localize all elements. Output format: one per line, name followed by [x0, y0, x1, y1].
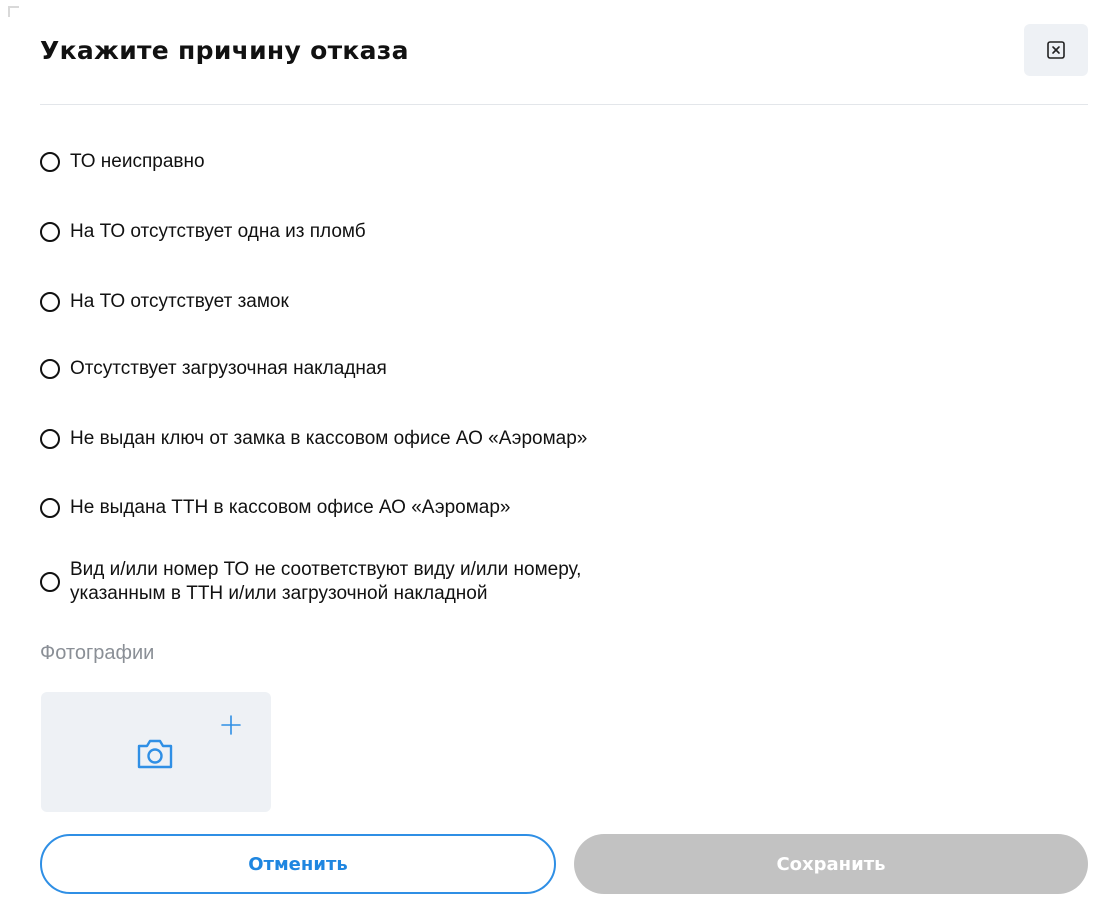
camera-icon — [137, 739, 173, 769]
reason-label: Отсутствует загрузочная накладная — [70, 358, 387, 379]
radio-button[interactable] — [40, 429, 60, 449]
window-corner — [8, 6, 19, 17]
reason-option-2[interactable]: На ТО отсутствует одна из пломб — [40, 220, 366, 244]
dialog-title: Укажите причину отказа — [40, 36, 409, 65]
reason-label: Не выдана ТТН в кассовом офисе АО «Аэром… — [70, 497, 511, 518]
reason-label: На ТО отсутствует одна из пломб — [70, 221, 366, 242]
photos-label: Фотографии — [40, 642, 155, 664]
reason-label: На ТО отсутствует замок — [70, 291, 289, 312]
radio-button[interactable] — [40, 152, 60, 172]
close-icon — [1047, 41, 1065, 59]
reason-label: Вид и/или номер ТО не соответствуют виду… — [70, 559, 582, 604]
radio-button[interactable] — [40, 572, 60, 592]
plus-icon — [221, 715, 241, 735]
reason-option-5[interactable]: Не выдан ключ от замка в кассовом офисе … — [40, 427, 587, 451]
dialog-header: Укажите причину отказа — [40, 24, 1088, 88]
radio-button[interactable] — [40, 359, 60, 379]
reason-option-6[interactable]: Не выдана ТТН в кассовом офисе АО «Аэром… — [40, 496, 510, 520]
save-button[interactable]: Сохранить — [574, 834, 1088, 894]
reason-option-4[interactable]: Отсутствует загрузочная накладная — [40, 357, 387, 381]
radio-button[interactable] — [40, 222, 60, 242]
radio-button[interactable] — [40, 292, 60, 312]
close-button[interactable] — [1024, 24, 1088, 76]
cancel-button[interactable]: Отменить — [40, 834, 556, 894]
reason-option-3[interactable]: На ТО отсутствует замок — [40, 290, 289, 314]
radio-button[interactable] — [40, 498, 60, 518]
header-divider — [40, 104, 1088, 105]
reason-option-7[interactable]: Вид и/или номер ТО не соответствуют виду… — [40, 558, 581, 606]
reason-label: ТО неисправно — [70, 151, 205, 172]
reason-option-1[interactable]: ТО неисправно — [40, 150, 205, 174]
reason-label: Не выдан ключ от замка в кассовом офисе … — [70, 428, 588, 449]
